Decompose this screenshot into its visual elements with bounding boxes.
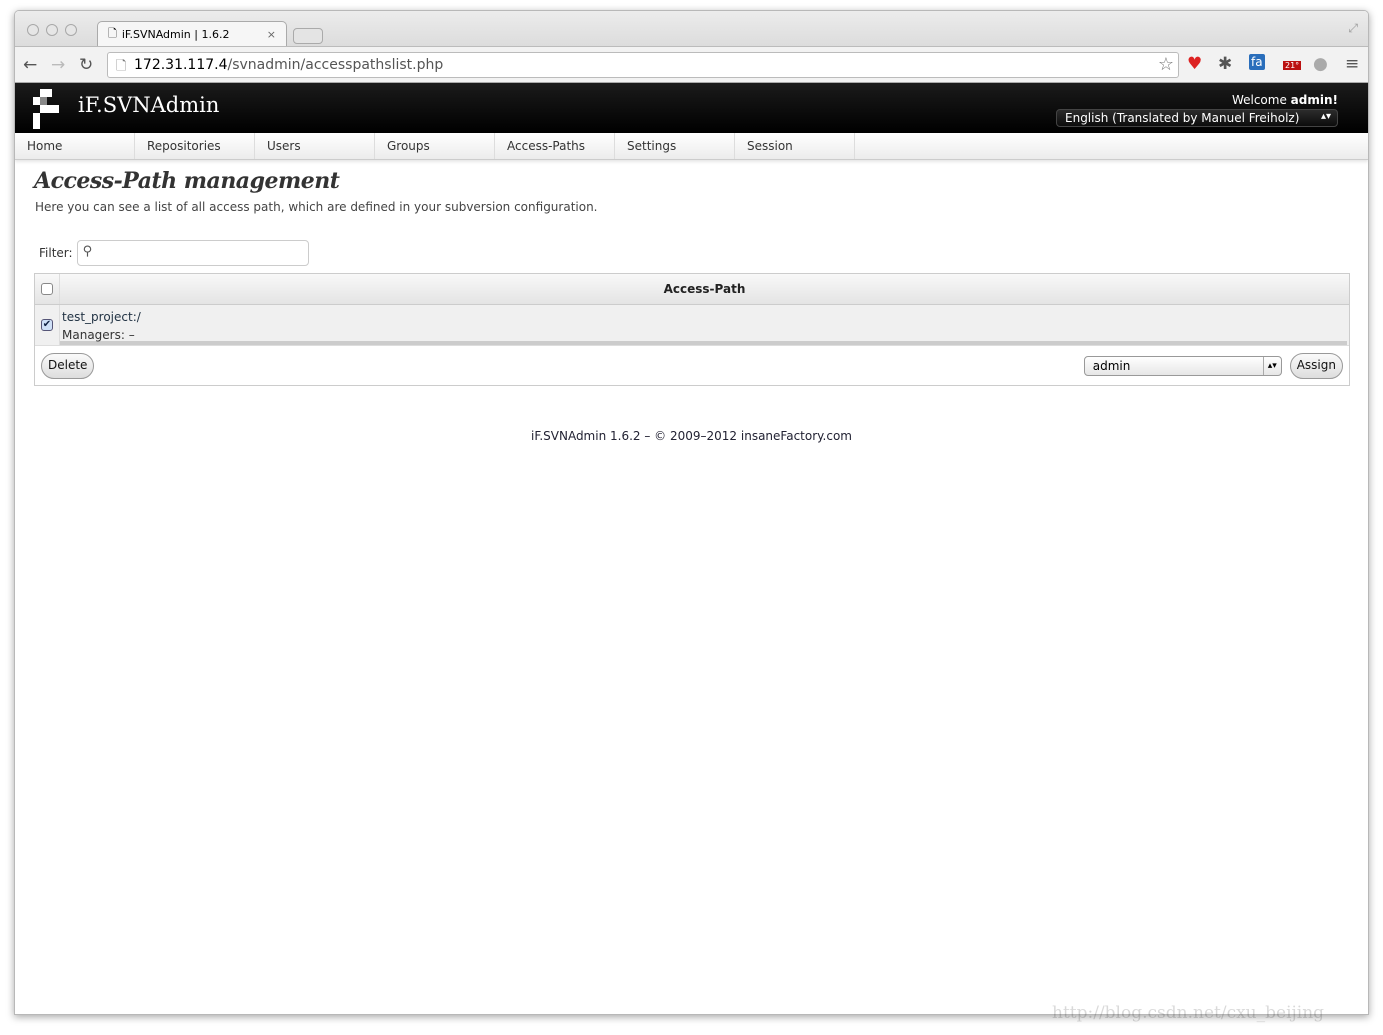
managers-text: Managers: – — [62, 328, 135, 342]
logo-icon — [33, 89, 59, 129]
access-path-link[interactable]: test_project:/ — [62, 310, 141, 324]
window-controls[interactable] — [27, 24, 77, 36]
bookmark-star-icon[interactable]: ☆ — [1158, 54, 1174, 75]
watermark: http://blog.csdn.net/cxu_beijing — [1052, 1003, 1325, 1023]
url-path: /svnadmin/accesspathslist.php — [227, 57, 444, 73]
browser-window: 🗋 iF.SVNAdmin | 1.6.2 × ⤢ ← → ↻ 🗋 172.31.11… — [14, 10, 1369, 1015]
bug-extension-icon[interactable]: ✱ — [1218, 54, 1232, 74]
select-arrows-icon: ▴▾ — [1320, 111, 1331, 122]
url-host: 172.31.117.4 — [134, 57, 228, 73]
nav-groups[interactable]: Groups — [375, 133, 495, 159]
new-tab-button[interactable] — [293, 28, 323, 44]
close-tab-icon[interactable]: × — [267, 28, 276, 41]
column-header-access-path: Access-Path — [663, 282, 746, 296]
filter-input[interactable]: ⚲ — [76, 240, 309, 266]
fa-extension-icon[interactable]: fa — [1249, 54, 1265, 70]
access-path-table: Access-Path ✔ test_project:/ Managers: – D… — [34, 273, 1350, 386]
footer-link[interactable]: insaneFactory.com — [741, 429, 852, 443]
select-all-checkbox[interactable] — [41, 283, 53, 295]
weather-extension-icon[interactable]: 21° — [1283, 61, 1302, 70]
brand-name: iF.SVNAdmin — [78, 93, 220, 117]
close-window-button[interactable] — [27, 24, 39, 36]
minimize-window-button[interactable] — [46, 24, 58, 36]
tab-bar: 🗋 iF.SVNAdmin | 1.6.2 × ⤢ — [15, 11, 1368, 47]
nav-settings[interactable]: Settings — [615, 133, 735, 159]
globe-extension-icon[interactable]: ● — [1313, 54, 1328, 74]
forward-icon[interactable]: → — [51, 55, 65, 75]
nav-users[interactable]: Users — [255, 133, 375, 159]
browser-toolbar: ← → ↻ 🗋 172.31.117.4/svnadmin/accesspaths… — [15, 46, 1368, 83]
page-description: Here you can see a list of all access pa… — [35, 200, 598, 214]
table-actions: Delete admin ▴▾ Assign — [35, 346, 1349, 385]
nav-session[interactable]: Session — [735, 133, 855, 159]
welcome-text: Welcome admin! — [1231, 93, 1338, 107]
nav-home[interactable]: Home — [15, 133, 135, 159]
filter-label: Filter: — [39, 246, 73, 260]
tab-title: iF.SVNAdmin | 1.6.2 — [121, 28, 230, 41]
fullscreen-icon[interactable]: ⤢ — [1348, 21, 1358, 36]
assign-button[interactable]: Assign — [1289, 352, 1343, 379]
page-icon: 🗋 — [108, 27, 117, 40]
app-header: iF.SVNAdmin Welcome admin! English (Tran… — [15, 83, 1368, 133]
table-header: Access-Path — [35, 274, 1349, 305]
row-checkbox[interactable]: ✔ — [41, 319, 53, 331]
back-icon[interactable]: ← — [23, 55, 37, 75]
main-nav: Home Repositories Users Groups Access-Pa… — [15, 133, 1368, 160]
user-select[interactable]: admin ▴▾ — [1083, 355, 1282, 376]
language-select[interactable]: English (Translated by Manuel Freiholz) ▴… — [1056, 109, 1338, 127]
table-row: ✔ test_project:/ Managers: – — [35, 305, 1349, 346]
select-arrows-icon: ▴▾ — [1262, 356, 1281, 375]
delete-button[interactable]: Delete — [41, 352, 95, 379]
nav-access-paths[interactable]: Access-Paths — [495, 133, 615, 159]
heart-extension-icon[interactable]: ♥ — [1187, 54, 1202, 74]
footer: iF.SVNAdmin 1.6.2 – © 2009–2012 insaneFa… — [531, 429, 852, 443]
reload-icon[interactable]: ↻ — [79, 55, 93, 75]
menu-icon[interactable]: ≡ — [1345, 54, 1359, 74]
zoom-window-button[interactable] — [65, 24, 77, 36]
page-title: Access-Path management — [34, 168, 340, 194]
page-icon: 🗋 — [116, 59, 127, 74]
filter-row: Filter: ⚲ — [34, 240, 1349, 266]
nav-repositories[interactable]: Repositories — [135, 133, 255, 159]
address-bar[interactable]: 🗋 172.31.117.4/svnadmin/accesspathslist.p… — [107, 52, 1179, 78]
search-icon: ⚲ — [82, 244, 93, 259]
browser-tab[interactable]: 🗋 iF.SVNAdmin | 1.6.2 × — [97, 21, 287, 47]
